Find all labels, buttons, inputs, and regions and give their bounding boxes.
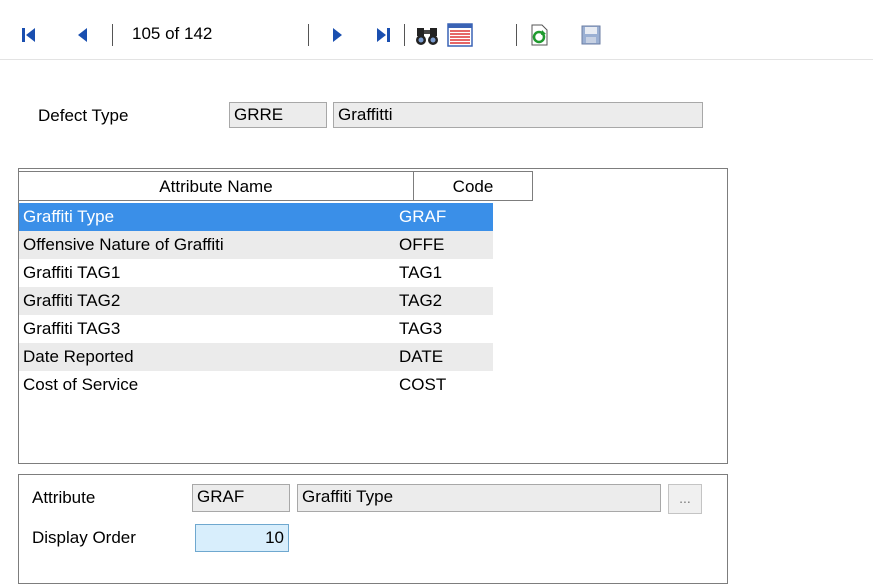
defect-type-name-field[interactable]: Graffitti (333, 102, 703, 128)
defect-type-code-field[interactable]: GRRE (229, 102, 327, 128)
toolbar-separator (308, 24, 309, 46)
table-row[interactable]: Offensive Nature of Graffiti OFFE (19, 231, 493, 259)
attribute-lookup-button[interactable]: ... (668, 484, 702, 514)
list-view-icon[interactable] (446, 22, 474, 48)
attribute-name-cell: Graffiti TAG3 (23, 319, 121, 338)
attribute-name-cell: Graffiti TAG1 (23, 263, 121, 282)
table-row[interactable]: Graffiti TAG3 TAG3 (19, 315, 493, 343)
column-header-code[interactable]: Code (413, 171, 533, 201)
attribute-name-cell: Cost of Service (23, 375, 139, 394)
attribute-code-cell: COST (399, 375, 447, 394)
display-order-field[interactable]: 10 (195, 524, 289, 552)
attribute-code-cell: GRAF (399, 207, 447, 226)
attribute-code-cell: DATE (399, 347, 444, 366)
find-binoculars-icon[interactable] (414, 22, 440, 48)
toolbar-separator (112, 24, 113, 46)
attribute-name-cell: Graffiti Type (23, 207, 115, 226)
attribute-name-cell: Offensive Nature of Graffiti (23, 235, 224, 254)
attribute-code-cell: TAG1 (399, 263, 443, 282)
attribute-code-cell: OFFE (399, 235, 445, 254)
attribute-name-cell: Date Reported (23, 347, 134, 366)
display-order-label: Display Order (32, 528, 136, 547)
attribute-code-cell: TAG3 (399, 319, 443, 338)
table-row-selected[interactable]: Graffiti Type GRAF (19, 203, 493, 231)
table-row[interactable]: Date Reported DATE (19, 343, 493, 371)
previous-record-icon[interactable] (72, 22, 94, 48)
record-navigation-toolbar: 105 of 142 (0, 0, 873, 60)
next-record-icon[interactable] (326, 22, 348, 48)
table-row[interactable]: Cost of Service COST (19, 371, 493, 399)
last-record-icon[interactable] (372, 22, 394, 48)
attribute-name-field[interactable]: Graffiti Type (297, 484, 661, 512)
refresh-icon[interactable] (528, 22, 550, 48)
attribute-grid[interactable]: Attribute Name Code Graffiti Type GRAF O… (18, 168, 728, 464)
record-position: 105 of 142 (132, 24, 213, 43)
table-row[interactable]: Graffiti TAG2 TAG2 (19, 287, 493, 315)
toolbar-separator (404, 24, 405, 46)
attribute-code-field[interactable]: GRAF (192, 484, 290, 512)
attribute-name-cell: Graffiti TAG2 (23, 291, 121, 310)
save-icon[interactable] (580, 22, 602, 48)
table-row[interactable]: Graffiti TAG1 TAG1 (19, 259, 493, 287)
column-header-attribute-name[interactable]: Attribute Name (19, 171, 414, 201)
first-record-icon[interactable] (18, 22, 40, 48)
grid-header: Attribute Name Code (19, 169, 727, 203)
toolbar-separator (516, 24, 517, 46)
attribute-code-cell: TAG2 (399, 291, 443, 310)
attribute-label: Attribute (32, 488, 96, 507)
defect-type-label: Defect Type (38, 106, 129, 125)
